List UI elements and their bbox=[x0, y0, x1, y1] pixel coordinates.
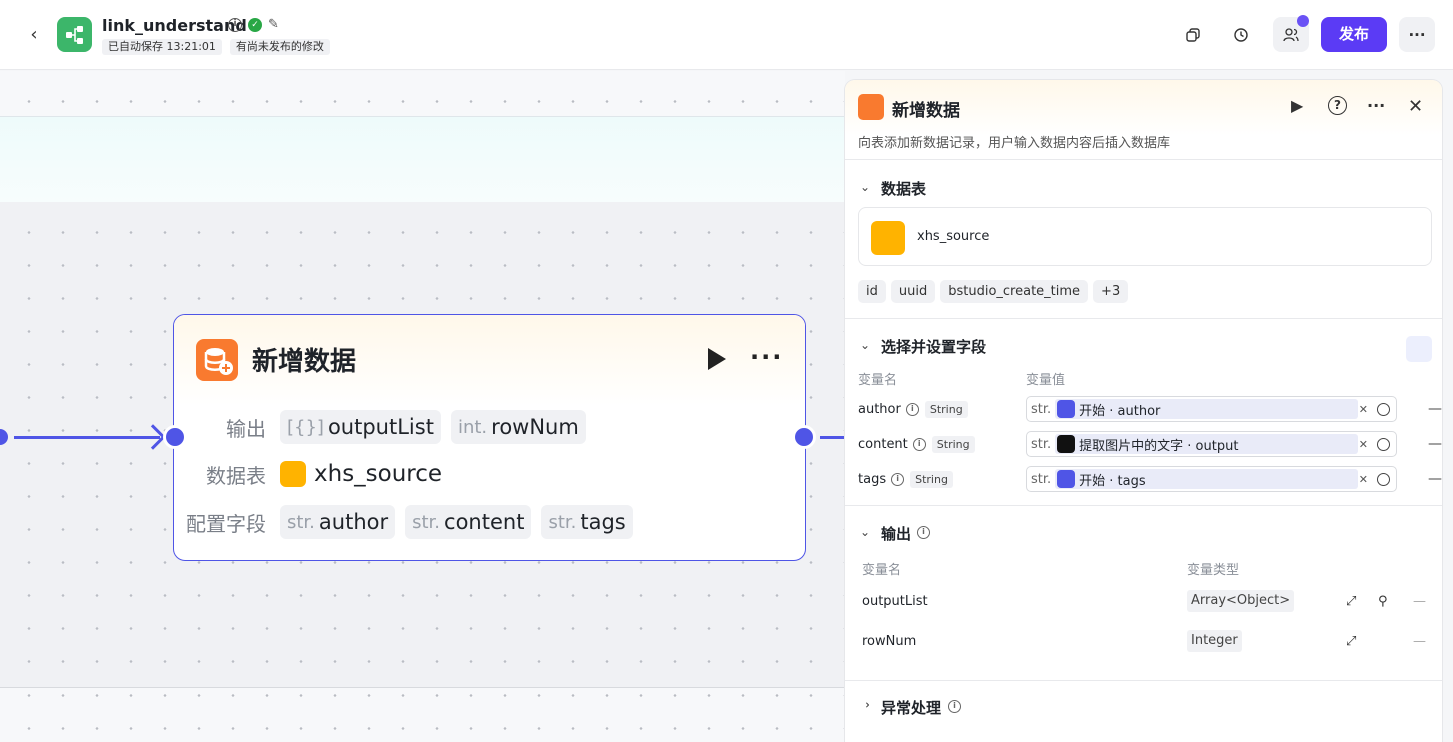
history-button[interactable] bbox=[1223, 17, 1259, 52]
edit-icon[interactable]: ✎ bbox=[268, 18, 282, 32]
variable-picker-icon[interactable] bbox=[1377, 472, 1390, 486]
database-icon bbox=[871, 221, 905, 255]
back-icon[interactable]: ‹ bbox=[24, 24, 44, 46]
variable-picker-icon[interactable] bbox=[1377, 402, 1390, 416]
expand-icon[interactable]: ⤢ bbox=[1346, 594, 1356, 609]
field-value-input[interactable]: str. 开始 · tags ✕ bbox=[1026, 466, 1397, 492]
error-section-title[interactable]: 异常处理 bbox=[881, 697, 941, 718]
remove-field-button[interactable]: — bbox=[1428, 471, 1442, 487]
loop-band bbox=[0, 116, 845, 202]
field-chip: id bbox=[858, 280, 886, 303]
unpublished-status: 有尚未发布的修改 bbox=[229, 39, 330, 55]
history-icon bbox=[1234, 27, 1248, 42]
output-tag: [{}] outputList bbox=[280, 410, 441, 444]
node-row-fields: 配置字段 str. author str. content str. tags bbox=[174, 505, 643, 539]
remove-icon[interactable]: — bbox=[1413, 594, 1426, 609]
field-chip-more[interactable]: +3 bbox=[1093, 280, 1129, 303]
table-card[interactable]: xhs_source bbox=[858, 207, 1432, 266]
remove-field-button[interactable]: — bbox=[1428, 401, 1442, 417]
field-value-input[interactable]: str. 提取图片中的文字 · output ✕ bbox=[1026, 431, 1397, 457]
chevron-down-icon[interactable]: ⌄ bbox=[860, 338, 870, 352]
output-row: outputList Array<Object> ⤢ ⚲ — bbox=[862, 589, 1432, 613]
info-icon[interactable]: i bbox=[912, 437, 926, 451]
clear-icon[interactable]: ✕ bbox=[1359, 473, 1368, 486]
field-tag: str. author bbox=[280, 505, 396, 539]
field-chip: uuid bbox=[890, 280, 936, 303]
field-tag: str. content bbox=[405, 505, 532, 539]
field-tag: str. tags bbox=[541, 505, 633, 539]
start-node-icon bbox=[1057, 470, 1076, 488]
node-row-output: 输出 [{}] outputList int. rowNum bbox=[174, 410, 596, 444]
incoming-edge[interactable] bbox=[14, 436, 160, 439]
help-icon[interactable]: ? bbox=[1328, 96, 1347, 115]
info-icon[interactable]: i bbox=[891, 472, 905, 486]
field-row: author i String str. 开始 · author ✕ — bbox=[858, 396, 1442, 422]
expand-icon[interactable]: ⤢ bbox=[1346, 634, 1356, 649]
node-output-handle[interactable] bbox=[792, 425, 816, 449]
panel-description: 向表添加新数据记录，用户输入数据内容后插入数据库 bbox=[858, 136, 1171, 151]
field-row: tags i String str. 开始 · tags ✕ — bbox=[858, 466, 1442, 492]
field-value-input[interactable]: str. 开始 · author ✕ bbox=[1026, 396, 1397, 422]
ocr-node-icon bbox=[1057, 435, 1076, 453]
chevron-down-icon[interactable]: ⌄ bbox=[860, 180, 870, 194]
clear-icon[interactable]: ✕ bbox=[1359, 403, 1368, 416]
database-add-icon bbox=[858, 94, 884, 120]
field-chip: bstudio_create_time bbox=[940, 280, 1089, 303]
diamond-badge-icon bbox=[1297, 15, 1309, 27]
info-icon[interactable]: i bbox=[948, 700, 961, 713]
info-icon[interactable]: i bbox=[905, 402, 919, 416]
outgoing-edge[interactable] bbox=[820, 436, 845, 439]
copy-button[interactable] bbox=[1175, 17, 1211, 52]
node-row-table: 数据表 xhs_source bbox=[206, 461, 443, 488]
play-icon[interactable] bbox=[708, 348, 726, 370]
info-icon[interactable]: i bbox=[228, 18, 242, 32]
clear-icon[interactable]: ✕ bbox=[1359, 438, 1368, 451]
run-icon[interactable]: ▶ bbox=[1291, 96, 1303, 115]
more-button[interactable]: ··· bbox=[1399, 17, 1435, 52]
node-title: 新增数据 bbox=[252, 347, 357, 377]
panel-more-icon[interactable]: ··· bbox=[1367, 96, 1385, 115]
close-icon[interactable]: ✕ bbox=[1408, 96, 1423, 117]
node-config-panel: 新增数据 向表添加新数据记录，用户输入数据内容后插入数据库 ▶ ? ··· ✕ … bbox=[845, 80, 1442, 742]
app-icon bbox=[57, 17, 92, 52]
chevron-down-icon[interactable]: ⌄ bbox=[860, 525, 870, 539]
database-add-icon bbox=[196, 339, 238, 381]
start-node-icon bbox=[1057, 400, 1076, 418]
variable-picker-icon[interactable] bbox=[1377, 437, 1390, 451]
check-circle-icon: ✓ bbox=[248, 18, 262, 32]
copy-icon bbox=[1186, 27, 1200, 42]
add-child-icon[interactable]: ⚲ bbox=[1378, 594, 1388, 609]
users-icon bbox=[1283, 27, 1299, 41]
autosave-status: 已自动保存 13:21:01 bbox=[102, 39, 222, 55]
field-row: content i String str. 提取图片中的文字 · output … bbox=[858, 431, 1442, 457]
remove-field-button[interactable]: — bbox=[1428, 436, 1442, 452]
node-more-button[interactable]: ··· bbox=[750, 343, 783, 371]
add-field-button[interactable] bbox=[1406, 336, 1432, 362]
top-bar: ‹ link_understand i ✓ ✎ 已自动保存 13:21:01 有… bbox=[0, 0, 1453, 70]
node-input-handle[interactable] bbox=[163, 425, 187, 449]
app-title: link_understand bbox=[102, 16, 247, 35]
chevron-right-icon[interactable]: ⌄ bbox=[858, 700, 872, 710]
database-icon bbox=[280, 461, 306, 487]
output-tag: int. rowNum bbox=[450, 410, 586, 444]
publish-button[interactable]: 发布 bbox=[1321, 17, 1387, 52]
info-icon[interactable]: i bbox=[917, 526, 930, 539]
remove-icon[interactable]: — bbox=[1413, 634, 1426, 649]
panel-title: 新增数据 bbox=[892, 101, 960, 121]
node-insert-data[interactable]: 新增数据 ··· 输出 [{}] outputList int. rowNum 数据… bbox=[173, 314, 806, 561]
output-row: rowNum Integer ⤢ — bbox=[862, 629, 1432, 653]
